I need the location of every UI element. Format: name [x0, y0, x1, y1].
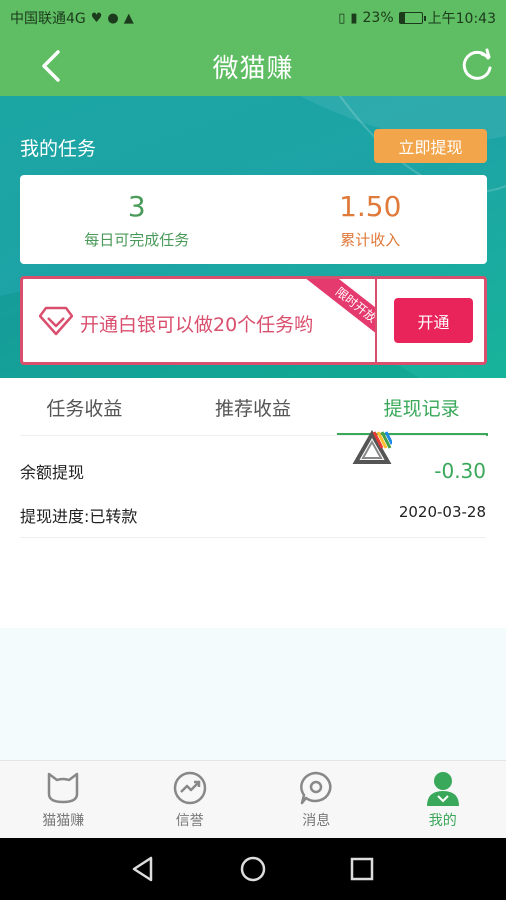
- diamond-icon: [39, 306, 73, 336]
- stats-card: 3 每日可完成任务 1.50 累计收入: [20, 175, 487, 264]
- record-amount: -0.30: [434, 459, 486, 483]
- promo-divider: [375, 279, 377, 362]
- title-bar: 微猫赚: [0, 36, 506, 96]
- daily-tasks-stat: 3 每日可完成任务: [20, 175, 254, 264]
- tab-task-earnings[interactable]: 任务收益: [0, 378, 169, 436]
- back-arrow-icon[interactable]: [34, 48, 70, 84]
- nav-item-messages[interactable]: 消息: [253, 761, 380, 838]
- limited-ribbon: 限时开放: [293, 279, 375, 339]
- battery-percent: 23%: [362, 10, 394, 26]
- heart-rate-icon: ♥: [90, 10, 103, 26]
- daily-tasks-label: 每日可完成任务: [84, 230, 190, 249]
- tabs-divider: [20, 435, 486, 436]
- nav-label-credit: 信誉: [175, 812, 204, 829]
- daily-tasks-value: 3: [127, 189, 146, 223]
- withdraw-now-button[interactable]: 立即提现: [374, 129, 487, 163]
- system-nav-bar: [0, 838, 506, 900]
- nav-label-me: 我的: [428, 812, 457, 829]
- trend-chart-icon: [173, 771, 206, 804]
- record-status: 提现进度:已转款: [20, 507, 138, 526]
- refresh-icon[interactable]: [458, 46, 496, 84]
- message-bubble-icon: [300, 771, 332, 804]
- record-title: 余额提现: [20, 463, 85, 482]
- content-background: [0, 628, 506, 760]
- carrier-label: 中国联通4G: [10, 11, 86, 27]
- bottom-nav: 猫猫赚 信誉 消息 我的: [0, 760, 506, 838]
- upgrade-promo-card: 开通白银可以做20个任务哟 限时开放 开通: [20, 276, 487, 365]
- record-date: 2020-03-28: [398, 503, 486, 521]
- battery-icon: [398, 12, 426, 24]
- nav-label-cat-earn: 猫猫赚: [42, 812, 85, 829]
- system-back-icon[interactable]: [129, 854, 159, 884]
- clock: 上午10:43: [427, 11, 496, 27]
- loading-spinner-icon: [352, 430, 392, 464]
- system-recents-icon[interactable]: [347, 854, 377, 884]
- total-income-value: 1.50: [339, 189, 402, 223]
- total-income-label: 累计收入: [340, 230, 401, 249]
- nav-label-messages: 消息: [302, 812, 331, 829]
- promo-text: 开通白银可以做20个任务哟: [80, 314, 314, 336]
- withdraw-record-item[interactable]: 余额提现 -0.30 提现进度:已转款 2020-03-28: [20, 445, 486, 538]
- qq-penguin-icon: ▲: [123, 10, 134, 26]
- record-tabs: 任务收益 推荐收益 提现记录: [0, 378, 506, 436]
- status-bar: 中国联通4G ♥ ● ▲ ▯ ▮ 23% 上午10:43: [0, 0, 506, 36]
- my-tasks-heading: 我的任务: [20, 138, 97, 160]
- user-profile-icon: [426, 771, 459, 806]
- total-income-stat: 1.50 累计收入: [254, 175, 488, 264]
- activate-button[interactable]: 开通: [394, 298, 473, 343]
- ribbon-label: 限时开放: [306, 279, 375, 339]
- nav-item-cat-earn[interactable]: 猫猫赚: [0, 761, 127, 838]
- vibrate-icon: ▯: [338, 10, 346, 26]
- task-summary-section: 我的任务 立即提现 3 每日可完成任务 1.50 累计收入 开通白银可以做20个…: [0, 96, 506, 378]
- chat-bubble-icon: ●: [107, 10, 119, 26]
- page-title: 微猫赚: [212, 53, 294, 84]
- cat-head-icon: [48, 772, 79, 803]
- system-home-icon[interactable]: [238, 854, 268, 884]
- tab-referral-earnings[interactable]: 推荐收益: [169, 378, 338, 436]
- tab-withdraw-records[interactable]: 提现记录: [337, 378, 506, 436]
- nav-item-credit[interactable]: 信誉: [127, 761, 254, 838]
- nav-item-me[interactable]: 我的: [380, 761, 506, 838]
- signal-icon: ▮: [350, 10, 358, 26]
